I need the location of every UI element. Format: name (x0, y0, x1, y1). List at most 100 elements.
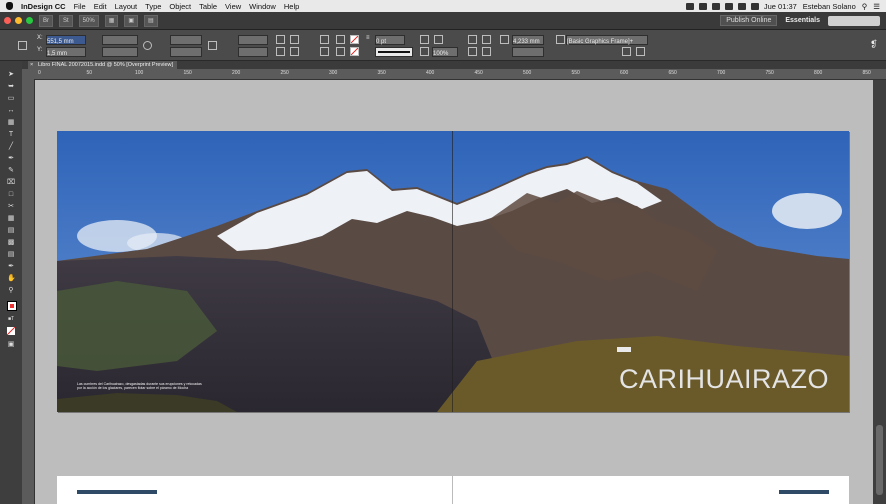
status-icon-1[interactable] (685, 2, 694, 10)
gradient-feather-tool-icon[interactable]: ▩ (7, 239, 15, 247)
opacity-icon[interactable] (420, 47, 429, 56)
bluetooth-icon[interactable] (724, 2, 733, 10)
wifi-icon[interactable] (737, 2, 746, 10)
quick-apply-icon[interactable] (636, 47, 645, 56)
free-transform-tool-icon[interactable]: ▦ (7, 215, 15, 223)
zoom-tool-icon[interactable]: ⚲ (7, 287, 15, 295)
zoom-window-icon[interactable] (26, 17, 33, 24)
line-tool-icon[interactable]: ╱ (7, 143, 15, 151)
page-tool-icon[interactable]: ▭ (7, 95, 15, 103)
fit-frame-icon[interactable] (482, 47, 491, 56)
next-page-spread[interactable] (57, 476, 849, 504)
close-window-icon[interactable] (4, 17, 11, 24)
text-wrap-icon[interactable] (468, 35, 477, 44)
x-position-field[interactable]: 551,5 mm (46, 35, 86, 45)
stroke-weight-field[interactable]: 0 pt (375, 35, 405, 45)
minimize-window-icon[interactable] (15, 17, 22, 24)
scale-x-field[interactable] (170, 35, 202, 45)
close-tab-icon[interactable]: × (30, 61, 33, 69)
select-previous-icon[interactable] (336, 35, 345, 44)
content-collector-icon[interactable]: ▦ (7, 119, 15, 127)
notification-icon[interactable]: ☰ (873, 2, 880, 11)
screen-mode-button[interactable]: ▣ (124, 14, 139, 27)
spotlight-icon[interactable]: ⚲ (862, 2, 868, 11)
flip-vertical-icon[interactable] (290, 47, 299, 56)
menu-object[interactable]: Object (169, 2, 191, 11)
menu-window[interactable]: Window (249, 2, 276, 11)
apply-none-icon[interactable] (7, 327, 15, 335)
menu-type[interactable]: Type (145, 2, 161, 11)
type-tool-icon[interactable]: T (7, 131, 15, 139)
stroke-swatch-icon[interactable] (350, 47, 359, 56)
vertical-ruler[interactable] (22, 79, 35, 504)
rotate-cw-icon[interactable] (276, 35, 285, 44)
y-position-field[interactable]: 1,5 mm (46, 47, 86, 57)
select-container-icon[interactable] (320, 35, 329, 44)
adobe-stock-search-input[interactable] (828, 15, 880, 26)
menu-file[interactable]: File (74, 2, 86, 11)
selection-tool-icon[interactable]: ➤ (7, 71, 15, 79)
apple-icon[interactable] (6, 2, 13, 10)
rotation-field[interactable] (238, 35, 268, 45)
eyedropper-tool-icon[interactable]: ✒ (7, 263, 15, 271)
screen-mode-icon[interactable]: ▣ (7, 341, 15, 349)
app-menu[interactable]: InDesign CC (21, 2, 66, 11)
corner-size-field[interactable]: 4,233 mm (512, 35, 544, 45)
flip-horizontal-icon[interactable] (276, 47, 285, 56)
document-tab[interactable]: × Libro FINAL 20072015.indd @ 50% [Overp… (28, 61, 178, 69)
arrange-documents-button[interactable]: ▤ (144, 14, 158, 27)
horizontal-ruler[interactable]: 0 50 100 150 200 250 300 350 400 450 500 550 600 650 7… (22, 69, 886, 80)
drop-shadow-icon[interactable] (420, 35, 429, 44)
menu-view[interactable]: View (225, 2, 241, 11)
publish-online-button[interactable]: Publish Online (720, 15, 778, 26)
object-style-icon[interactable] (556, 35, 565, 44)
flyout-menu-icon[interactable]: ❡ (870, 40, 878, 49)
constrain-proportions-icon[interactable] (143, 41, 152, 50)
width-field[interactable] (102, 35, 138, 45)
scissors-tool-icon[interactable]: ✂ (7, 203, 15, 211)
direct-selection-tool-icon[interactable]: ➥ (7, 83, 15, 91)
rotate-ccw-icon[interactable] (290, 35, 299, 44)
effects-icon[interactable] (434, 35, 443, 44)
lock-scale-icon[interactable] (208, 41, 217, 50)
page-spread[interactable]: Las cumbres del Carihuairazo, desgastada… (57, 131, 849, 412)
vertical-scrollbar[interactable] (873, 80, 886, 504)
stock-button[interactable]: St (59, 14, 73, 27)
hand-tool-icon[interactable]: ✋ (7, 275, 16, 283)
note-tool-icon[interactable]: ▤ (7, 251, 15, 259)
select-content-icon[interactable] (320, 47, 329, 56)
pen-tool-icon[interactable]: ✒ (7, 155, 15, 163)
workspace-switcher[interactable]: Essentials (785, 17, 820, 24)
fill-stroke-swatch-icon[interactable] (7, 301, 17, 311)
corner-shape-select[interactable] (512, 47, 544, 57)
gradient-swatch-tool-icon[interactable]: ▤ (7, 227, 15, 235)
user-name[interactable]: Esteban Solano (803, 2, 856, 11)
volume-icon[interactable] (750, 2, 759, 10)
status-icon-3[interactable] (711, 2, 720, 10)
auto-fit-icon[interactable] (622, 47, 631, 56)
height-field[interactable] (102, 47, 138, 57)
apply-color-icon[interactable]: ■T (7, 315, 15, 323)
stroke-type-select[interactable] (375, 47, 413, 57)
gap-tool-icon[interactable]: ↔ (7, 107, 15, 115)
clock[interactable]: Jue 01:37 (764, 2, 797, 11)
zoom-level-select[interactable]: 50% (78, 14, 99, 27)
corner-options-icon[interactable] (500, 35, 509, 44)
rectangle-frame-tool-icon[interactable]: ⌧ (7, 179, 15, 187)
menu-table[interactable]: Table (199, 2, 217, 11)
fit-content-icon[interactable] (468, 47, 477, 56)
object-style-select[interactable]: [Basic Graphics Frame]+ (566, 35, 648, 45)
bridge-button[interactable]: Br (39, 14, 53, 27)
status-icon-2[interactable] (698, 2, 707, 10)
menu-help[interactable]: Help (284, 2, 299, 11)
opacity-field[interactable]: 100% (432, 47, 458, 57)
pencil-tool-icon[interactable]: ✎ (7, 167, 15, 175)
scale-y-field[interactable] (170, 47, 202, 57)
rectangle-tool-icon[interactable]: □ (7, 191, 15, 199)
select-next-icon[interactable] (336, 47, 345, 56)
reference-point-icon[interactable] (18, 41, 27, 50)
shear-field[interactable] (238, 47, 268, 57)
fill-swatch-icon[interactable] (350, 35, 359, 44)
scrollbar-thumb[interactable] (876, 425, 883, 495)
menu-edit[interactable]: Edit (94, 2, 107, 11)
